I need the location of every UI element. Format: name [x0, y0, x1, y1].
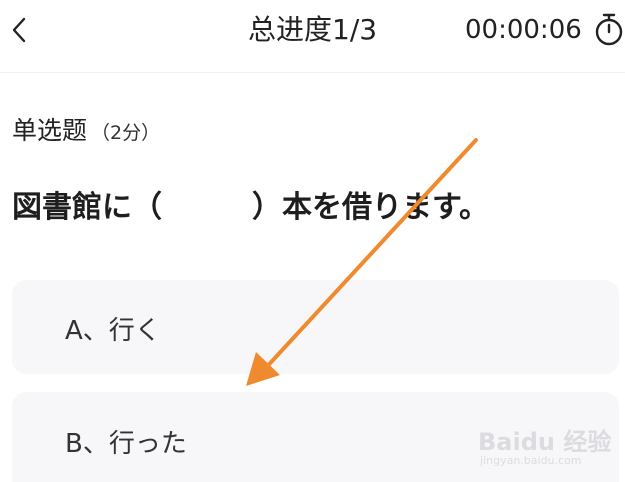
quiz-screen: 总进度1/3 00:00:06 单选题 （2分） 図書館に（ ）本を借ります。 A…: [0, 0, 625, 482]
option-b-label: B、行った: [65, 429, 187, 459]
option-a[interactable]: A、行く: [12, 280, 619, 374]
watermark-logo: Baidu 经验: [478, 428, 612, 456]
watermark-url: jingyan.baidu.com: [480, 454, 582, 467]
back-button[interactable]: [4, 12, 36, 48]
question-score: （2分）: [91, 122, 161, 144]
chevron-left-icon: [12, 17, 26, 43]
top-bar: 总进度1/3 00:00:06: [0, 0, 625, 73]
timer-text: 00:00:06: [465, 15, 582, 45]
question-type: 单选题 （2分）: [12, 113, 160, 149]
stopwatch-icon: [594, 11, 624, 47]
question-text: 図書館に（ ）本を借ります。: [12, 190, 489, 225]
watermark: Baidu 经验 jingyan.baidu.com: [478, 418, 618, 474]
question-type-label: 单选题: [12, 116, 88, 145]
option-a-label: A、行く: [65, 316, 161, 346]
progress-title: 总进度1/3: [248, 13, 378, 46]
